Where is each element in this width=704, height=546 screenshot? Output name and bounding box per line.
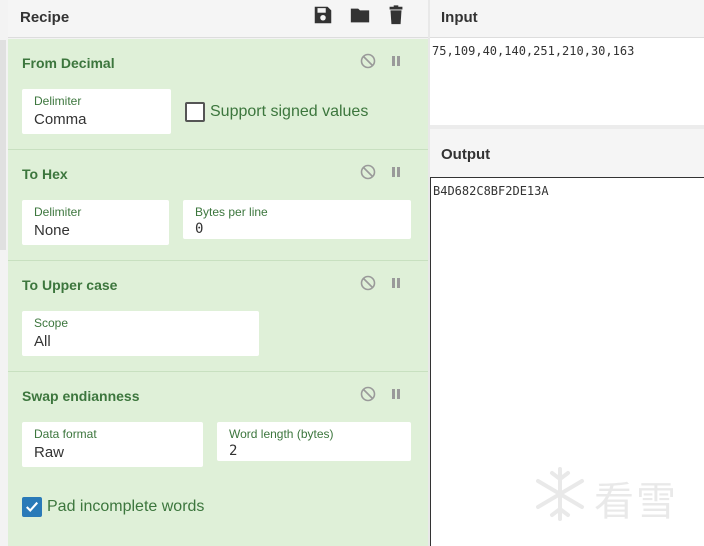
- scope-select[interactable]: Scope All: [22, 311, 259, 356]
- disable-icon[interactable]: [360, 53, 376, 69]
- delimiter-select[interactable]: Delimiter None: [22, 200, 169, 245]
- operation-from-decimal: From Decimal Delimiter Comma Support sig…: [8, 39, 428, 150]
- disable-icon[interactable]: [360, 164, 376, 180]
- input-text[interactable]: 75,109,40,140,251,210,30,163: [432, 44, 634, 58]
- output-header: Output: [430, 129, 704, 177]
- word-length-input[interactable]: Word length (bytes) 2: [217, 422, 411, 461]
- checkbox-box[interactable]: [22, 497, 42, 517]
- field-label: Delimiter: [34, 205, 82, 219]
- field-label: Data format: [34, 427, 97, 441]
- checkbox-label: Support signed values: [210, 103, 369, 120]
- folder-icon[interactable]: [349, 4, 371, 26]
- recipe-list: From Decimal Delimiter Comma Support sig…: [8, 39, 428, 546]
- delimiter-select[interactable]: Delimiter Comma: [22, 89, 171, 134]
- recipe-panel: Recipe From Decimal Delimiter Comma Supp…: [0, 0, 428, 546]
- output-title: Output: [441, 146, 491, 163]
- field-label: Scope: [34, 316, 69, 330]
- trash-icon[interactable]: [385, 4, 407, 26]
- checkmark-icon: [26, 501, 39, 513]
- operation-title: To Hex: [22, 166, 68, 182]
- operations-scroll-shade: [0, 40, 6, 250]
- field-value: None: [34, 222, 70, 239]
- checkbox-label: Pad incomplete words: [47, 498, 205, 515]
- bytes-per-line-input[interactable]: Bytes per line 0: [183, 200, 411, 239]
- support-signed-values-checkbox[interactable]: Support signed values: [185, 102, 368, 122]
- cyberchef-app: Recipe From Decimal Delimiter Comma Supp…: [0, 0, 704, 546]
- output-text[interactable]: B4D682C8BF2DE13A: [433, 184, 549, 198]
- operation-to-upper-case: To Upper case Scope All: [8, 261, 428, 372]
- operations-panel-edge: [0, 0, 8, 546]
- disable-icon[interactable]: [360, 275, 376, 291]
- pause-icon[interactable]: [388, 164, 404, 180]
- field-value: Raw: [34, 444, 65, 461]
- checkbox-box[interactable]: [185, 102, 205, 122]
- operation-title: From Decimal: [22, 55, 115, 71]
- field-value[interactable]: 0: [195, 221, 399, 237]
- operation-title: To Upper case: [22, 277, 118, 293]
- field-value[interactable]: 2: [229, 443, 399, 459]
- disable-icon[interactable]: [360, 386, 376, 402]
- pause-icon[interactable]: [388, 53, 404, 69]
- recipe-title: Recipe: [20, 9, 70, 26]
- field-value: Comma: [34, 111, 87, 128]
- field-label: Word length (bytes): [229, 427, 334, 441]
- pause-icon[interactable]: [388, 386, 404, 402]
- pad-incomplete-words-checkbox[interactable]: Pad incomplete words: [22, 497, 204, 517]
- operation-swap-endianness: Swap endianness Data format Raw Word len…: [8, 372, 428, 546]
- data-format-select[interactable]: Data format Raw: [22, 422, 203, 467]
- input-title: Input: [441, 9, 478, 26]
- operation-to-hex: To Hex Delimiter None Bytes per line 0: [8, 150, 428, 261]
- save-icon[interactable]: [312, 4, 334, 26]
- input-header: Input: [430, 0, 704, 38]
- watermark-text: 看雪: [594, 479, 678, 525]
- input-textarea[interactable]: 75,109,40,140,251,210,30,163: [430, 39, 704, 125]
- operation-title: Swap endianness: [22, 388, 140, 404]
- field-label: Bytes per line: [195, 205, 268, 219]
- recipe-header: Recipe: [8, 0, 428, 38]
- pause-icon[interactable]: [388, 275, 404, 291]
- field-value: All: [34, 333, 51, 350]
- watermark: 看雪: [532, 465, 692, 525]
- field-label: Delimiter: [34, 94, 82, 108]
- snowflake-icon: [536, 467, 584, 521]
